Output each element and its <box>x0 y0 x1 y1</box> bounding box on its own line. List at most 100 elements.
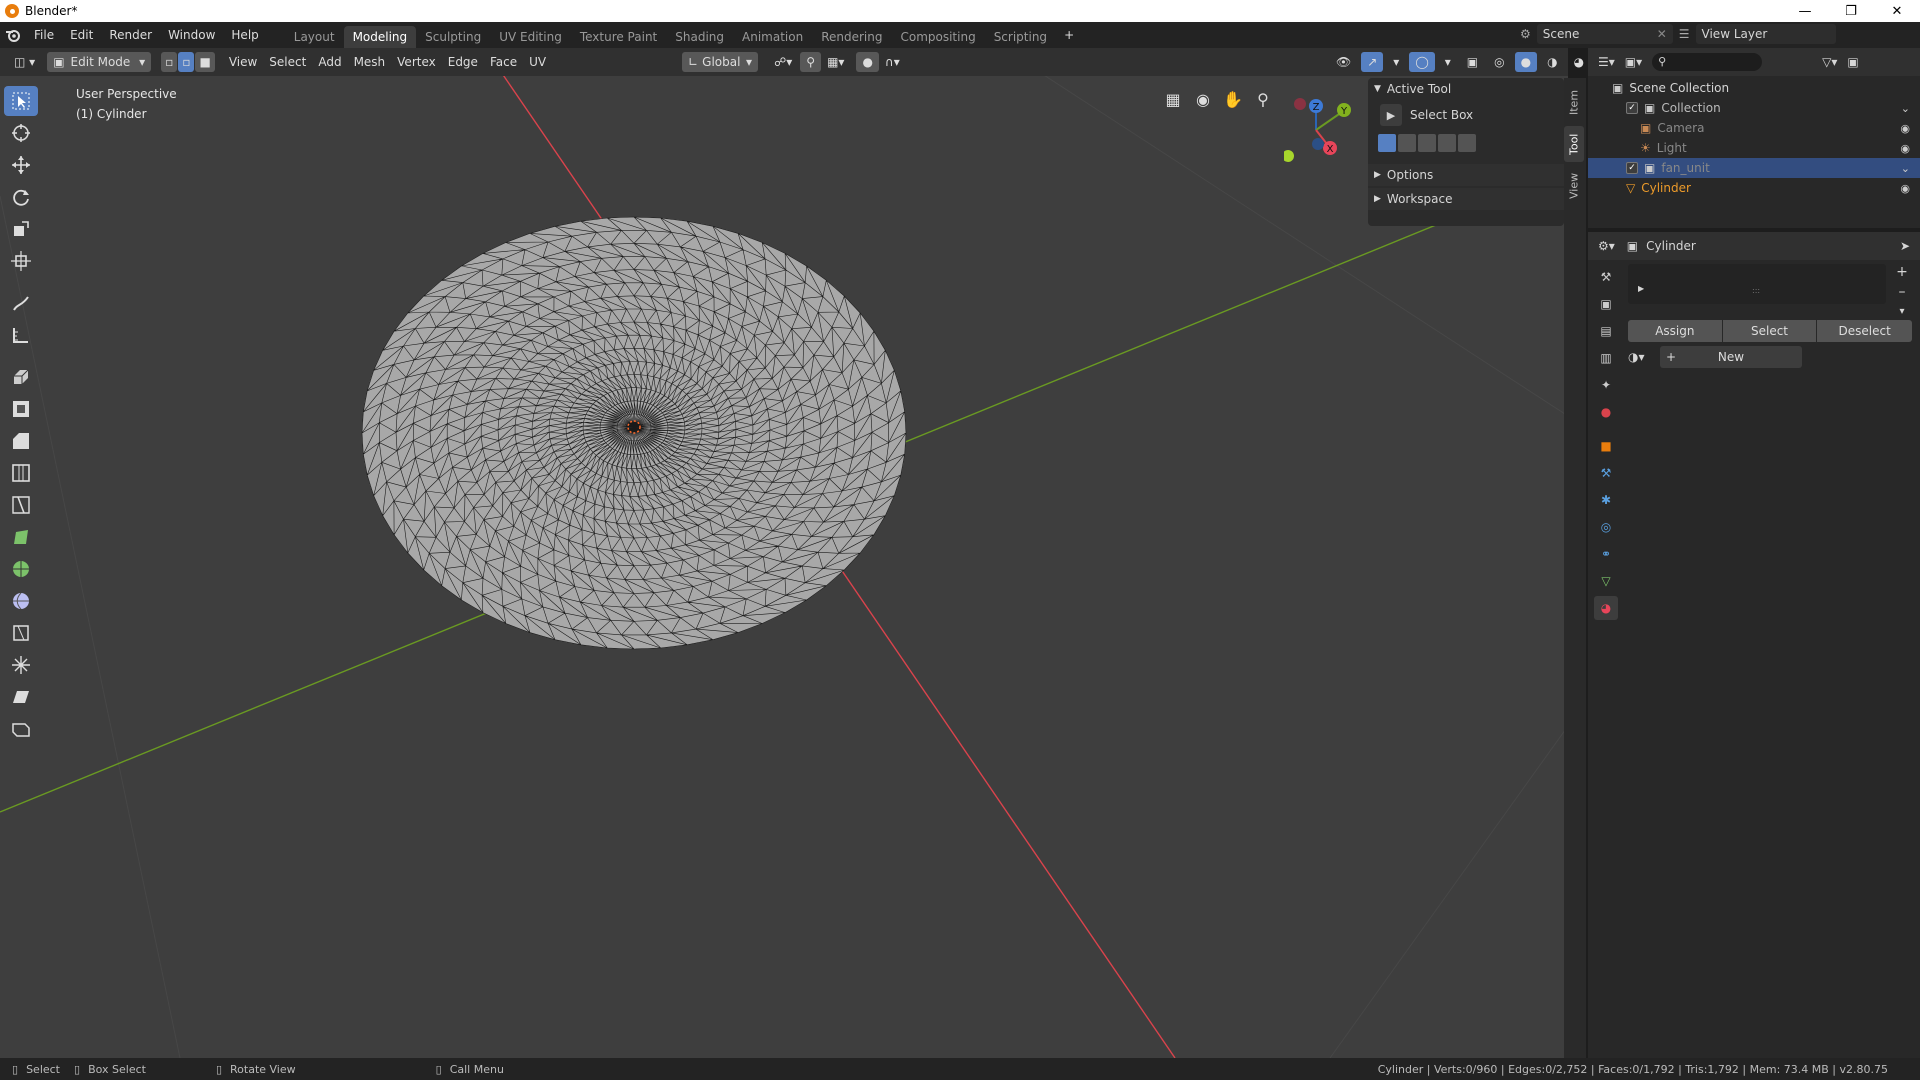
view-layer-icon[interactable]: ☰ <box>1679 27 1690 41</box>
gizmo-menu-icon[interactable]: ▾ <box>1387 52 1405 72</box>
outliner-item-cylinder[interactable]: ▽ Cylinder ◉ <box>1588 178 1920 198</box>
workspace-tab-compositing[interactable]: Compositing <box>891 26 984 48</box>
visibility-eye-icon[interactable]: ⌄ <box>1901 102 1910 115</box>
restore-icon[interactable]: ❐ <box>1828 0 1874 22</box>
assign-button[interactable]: Assign <box>1628 320 1722 342</box>
snap-target-button[interactable]: ▦▾ <box>821 52 850 72</box>
transform-orientation-selector[interactable]: ∟ Global ▾ <box>682 52 759 72</box>
exclude-checkbox[interactable]: ✓ <box>1626 102 1638 114</box>
tool-properties-icon[interactable]: ⚒ <box>1594 265 1618 289</box>
world-properties-icon[interactable]: ● <box>1594 400 1618 424</box>
viewport-menu-edge[interactable]: Edge <box>442 52 484 72</box>
constraints-properties-icon[interactable]: ⚭ <box>1594 542 1618 566</box>
overlay-toggle-icon[interactable]: ◯ <box>1409 52 1435 72</box>
vertex-select-button[interactable]: ▫ <box>161 52 178 72</box>
workspace-tab-scripting[interactable]: Scripting <box>985 26 1056 48</box>
viewport-menu-view[interactable]: View <box>223 52 263 72</box>
scene-selector[interactable]: Scene ✕ <box>1536 24 1673 44</box>
poly-build-tool[interactable] <box>4 522 38 552</box>
object-properties-icon[interactable]: ■ <box>1594 434 1618 458</box>
proportional-edit-toggle[interactable]: ● <box>856 52 879 72</box>
display-mode-icon[interactable]: ▣▾ <box>1625 55 1642 69</box>
workspace-tab-texture-paint[interactable]: Texture Paint <box>571 26 666 48</box>
menu-edit[interactable]: Edit <box>62 24 101 46</box>
menu-render[interactable]: Render <box>101 24 160 46</box>
editor-type-button[interactable]: ◫ ▾ <box>8 52 41 72</box>
remove-scene-icon[interactable]: ✕ <box>1657 24 1667 44</box>
modifier-properties-icon[interactable]: ⚒ <box>1594 461 1618 485</box>
workspace-tab-uv-editing[interactable]: UV Editing <box>490 26 571 48</box>
exclude-checkbox[interactable]: ✓ <box>1626 162 1638 174</box>
move-tool[interactable] <box>4 150 38 180</box>
shear-tool[interactable] <box>4 682 38 712</box>
menu-window[interactable]: Window <box>160 24 223 46</box>
deselect-button[interactable]: Deselect <box>1817 320 1913 342</box>
workspace-tab-modeling[interactable]: Modeling <box>343 26 417 48</box>
viewport-canvas[interactable] <box>0 76 1568 1058</box>
gizmo-neg-y[interactable] <box>1284 150 1294 162</box>
new-material-button[interactable]: + New <box>1660 346 1802 368</box>
cursor-tool[interactable] <box>4 118 38 148</box>
select-box-tool[interactable] <box>4 86 38 116</box>
viewport-menu-add[interactable]: Add <box>312 52 347 72</box>
new-collection-icon[interactable]: ▣ <box>1847 55 1858 69</box>
solid-shading-icon[interactable]: ● <box>1514 52 1538 72</box>
annotate-tool[interactable] <box>4 288 38 318</box>
menu-file[interactable]: File <box>26 24 62 46</box>
snap-toggle[interactable]: ⚲ <box>800 52 822 72</box>
view-layer-properties-icon[interactable]: ▥ <box>1594 346 1618 370</box>
toggle-grid-icon[interactable]: ▦ <box>1160 86 1186 112</box>
sidebar-tab-item[interactable]: Item <box>1564 84 1584 120</box>
blender-menu-icon[interactable] <box>0 28 26 42</box>
proportional-falloff-button[interactable]: ∩▾ <box>879 52 906 72</box>
select-button[interactable]: Select <box>1722 320 1817 342</box>
pivot-point-button[interactable]: ☍▾ <box>768 52 798 72</box>
workspace-tab-sculpting[interactable]: Sculpting <box>416 26 490 48</box>
select-mode-extend-icon[interactable] <box>1398 134 1416 152</box>
edge-select-button[interactable]: ▫ <box>178 52 195 72</box>
bevel-tool[interactable] <box>4 426 38 456</box>
visibility-eye-icon[interactable]: ◉ <box>1900 182 1910 195</box>
pin-icon[interactable]: ➤ <box>1900 239 1910 253</box>
view-layer-selector[interactable]: View Layer <box>1695 24 1836 44</box>
active-tool-header[interactable]: ▼ Active Tool <box>1368 78 1564 100</box>
mode-selector[interactable]: ▣ Edit Mode ▾ <box>47 52 152 72</box>
viewport-menu-mesh[interactable]: Mesh <box>348 52 392 72</box>
wireframe-shading-icon[interactable]: ◎ <box>1488 52 1510 72</box>
measure-tool[interactable] <box>4 320 38 350</box>
xray-toggle-icon[interactable]: ▣ <box>1461 52 1484 72</box>
filter-icon[interactable]: ▽▾ <box>1822 55 1837 69</box>
inset-faces-tool[interactable] <box>4 394 38 424</box>
spin-tool[interactable] <box>4 554 38 584</box>
workspace-tab-layout[interactable]: Layout <box>285 26 344 48</box>
physics-properties-icon[interactable]: ◎ <box>1594 515 1618 539</box>
add-slot-button[interactable]: + <box>1894 264 1910 280</box>
output-properties-icon[interactable]: ▤ <box>1594 319 1618 343</box>
menu-help[interactable]: Help <box>223 24 266 46</box>
visibility-eye-icon[interactable]: ◉ <box>1900 142 1910 155</box>
rendered-shading-icon[interactable]: ◕ <box>1568 52 1590 72</box>
knife-tool[interactable] <box>4 490 38 520</box>
sidebar-tab-view[interactable]: View <box>1564 168 1584 204</box>
sidebar-tab-tool[interactable]: Tool <box>1564 126 1584 162</box>
list-resize-handle[interactable]: ::: <box>1752 286 1760 295</box>
camera-view-icon[interactable]: ◉ <box>1190 86 1216 112</box>
close-icon[interactable]: ✕ <box>1874 0 1920 22</box>
viewport-menu-uv[interactable]: UV <box>523 52 552 72</box>
navigation-gizmo[interactable]: Z Y X <box>1284 96 1356 166</box>
outliner-item-fan-unit[interactable]: ✓ ▣ fan_unit ⌄ <box>1588 158 1920 178</box>
viewport-menu-select[interactable]: Select <box>263 52 312 72</box>
gizmo-neg-z[interactable] <box>1312 138 1324 150</box>
zoom-icon[interactable]: ⚲ <box>1250 86 1276 112</box>
render-properties-icon[interactable]: ▣ <box>1594 292 1618 316</box>
particles-properties-icon[interactable]: ✱ <box>1594 488 1618 512</box>
minimize-icon[interactable]: — <box>1782 0 1828 22</box>
gizmo-neg-x[interactable] <box>1294 98 1306 110</box>
select-mode-intersect-icon[interactable] <box>1458 134 1476 152</box>
slot-specials-icon[interactable]: ▾ <box>1894 304 1910 320</box>
material-properties-icon[interactable]: ◕ <box>1594 596 1618 620</box>
material-shading-icon[interactable]: ◑ <box>1541 52 1563 72</box>
outliner-item-collection[interactable]: ✓ ▣ Collection ⌄ <box>1588 98 1920 118</box>
material-slot-list[interactable]: ▶ ::: <box>1628 264 1886 304</box>
options-header[interactable]: ▶ Options <box>1368 164 1564 186</box>
